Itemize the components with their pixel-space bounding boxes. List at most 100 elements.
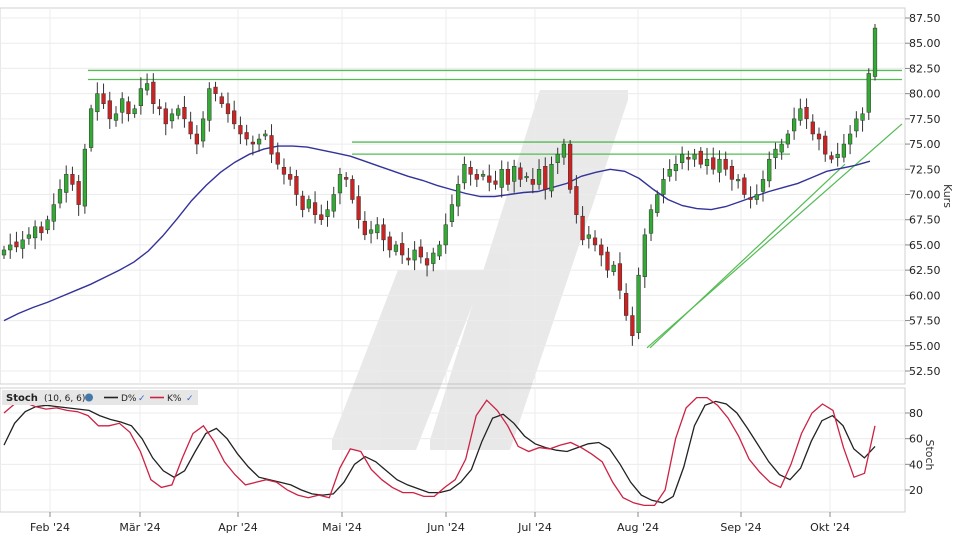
candle-body (673, 163, 679, 172)
candle-body (238, 125, 243, 135)
stoch-legend[interactable]: Stoch (10, 6, 6) D% ✓ K% ✓ (2, 390, 198, 405)
candle-body (14, 241, 19, 248)
stoch-legend-title: Stoch (6, 393, 38, 404)
candle-body (487, 175, 492, 183)
settings-icon[interactable] (85, 393, 93, 402)
candle-body (773, 148, 778, 158)
x-tick-label: Mär '24 (119, 521, 160, 534)
price-tick-label: 77.50 (909, 113, 941, 126)
candle-body (337, 174, 343, 194)
x-tick-label: Jun '24 (426, 521, 465, 534)
candle-body (599, 244, 604, 256)
check-icon[interactable]: ✓ (138, 394, 146, 404)
candle-body (729, 166, 735, 180)
candle-body (804, 107, 809, 120)
candle-body (45, 219, 50, 231)
candle-body (306, 199, 311, 209)
candle-body (82, 148, 87, 207)
x-tick-label: Apr '24 (218, 521, 258, 534)
stoch-tick-label: 20 (909, 484, 923, 497)
candle-body (120, 98, 125, 113)
x-tick-label: Feb '24 (30, 521, 70, 534)
candle-body (151, 81, 156, 104)
candle-body (256, 138, 262, 145)
candle-body (412, 249, 417, 261)
chart-canvas: 52.50 55.00 57.50 60.00 62.50 65.00 67.50 70.00… (0, 0, 960, 540)
candle-body (866, 73, 871, 113)
x-tick-label: Aug '24 (617, 521, 659, 534)
candle-body (829, 155, 834, 160)
candle-body (325, 209, 330, 217)
price-tick-label: 62.50 (909, 264, 941, 277)
candle-body (400, 243, 405, 256)
candle-body (655, 194, 660, 213)
candle-body (288, 174, 293, 180)
candle-body (711, 157, 716, 170)
candle-body (704, 158, 710, 167)
candle-body (144, 83, 150, 91)
candle-body (269, 135, 274, 155)
candle-body (331, 194, 336, 212)
candle-body (686, 156, 691, 160)
price-tick-label: 75.00 (909, 138, 941, 151)
candle-body (742, 177, 747, 195)
candle-body (449, 204, 455, 222)
legend-label-d: D% (121, 394, 137, 404)
candle-body (113, 113, 119, 121)
candle-body (549, 163, 554, 192)
candle-body (356, 196, 361, 220)
candle-body (605, 251, 610, 271)
candle-body (636, 274, 641, 333)
candle-body (157, 106, 162, 110)
x-tick-label: Mai '24 (322, 521, 362, 534)
candle-body (568, 143, 573, 190)
candle-body (387, 236, 392, 251)
candle-body (456, 184, 461, 207)
candle-body (468, 167, 473, 175)
candle-body (207, 88, 212, 121)
price-tick-label: 80.00 (909, 88, 941, 101)
candle-body (362, 220, 367, 236)
candle-body (555, 153, 560, 163)
price-tick-label: 70.00 (909, 189, 941, 202)
candle-body (319, 214, 324, 220)
candle-body (785, 133, 791, 145)
candle-body (368, 229, 374, 234)
candle-body (698, 150, 703, 165)
candle-body (312, 202, 318, 215)
candle-body (39, 226, 44, 234)
candle-body (617, 263, 623, 291)
candle-body (512, 166, 517, 182)
price-tick-label: 55.00 (909, 340, 941, 353)
candle-body (300, 195, 305, 210)
candle-body (717, 158, 722, 173)
candle-body (182, 107, 187, 120)
candle-body (188, 121, 193, 135)
candle-body (107, 100, 112, 120)
candle-body (232, 110, 237, 125)
candle-body (51, 204, 56, 222)
price-tick-label: 65.00 (909, 239, 941, 252)
candle-body (32, 226, 38, 239)
candle-body (748, 197, 753, 200)
candle-body (1, 249, 7, 256)
candle-body (760, 179, 766, 192)
candle-body (667, 169, 672, 177)
stoch-tick-label: 80 (909, 407, 923, 420)
candle-body (393, 244, 399, 252)
candle-body (767, 158, 772, 182)
candle-body (424, 258, 430, 266)
candle-body (275, 152, 280, 165)
candle-body (462, 163, 467, 184)
candle-body (200, 118, 206, 142)
check-icon[interactable]: ✓ (186, 394, 194, 404)
candle-body (350, 179, 355, 200)
candle-body (680, 153, 685, 163)
price-tick-label: 85.00 (909, 37, 941, 50)
candle-body (101, 93, 106, 104)
price-tick-label: 67.50 (909, 214, 941, 227)
candle-body (661, 179, 666, 195)
candle-body (754, 194, 759, 200)
candle-body (611, 264, 616, 272)
candle-body (225, 103, 231, 115)
